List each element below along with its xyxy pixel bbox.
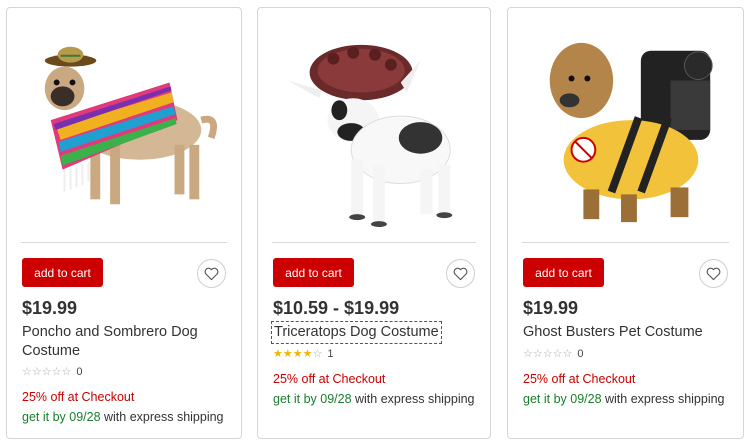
add-to-cart-button[interactable]: add to cart xyxy=(523,258,604,287)
shipping-info: get it by 09/28 with express shipping xyxy=(22,410,224,424)
shipping-info: get it by 09/28 with express shipping xyxy=(273,392,475,406)
star-icon: ★ xyxy=(292,348,303,360)
yorkie-ghostbusters-image xyxy=(549,42,713,223)
shipping-info: get it by 09/28 with express shipping xyxy=(523,392,725,406)
review-count: 0 xyxy=(76,365,83,378)
product-title-link[interactable]: Poncho and Sombrero Dog Costume xyxy=(22,323,222,361)
bulldog-triceratops-image xyxy=(287,44,453,228)
promo-text: 25% off at Checkout xyxy=(22,390,135,404)
review-count: 1 xyxy=(327,347,334,360)
add-to-cart-button[interactable]: add to cart xyxy=(22,258,103,287)
star-icon: ☆ xyxy=(41,366,52,378)
star-rating: ★ ★ ★ ★ ☆ xyxy=(273,347,322,360)
star-icon: ☆ xyxy=(542,348,553,360)
star-icon: ☆ xyxy=(523,348,533,360)
product-image[interactable] xyxy=(522,20,729,240)
favorite-button[interactable] xyxy=(446,259,475,288)
ship-method: with express shipping xyxy=(100,410,224,424)
star-icon: ☆ xyxy=(552,348,563,360)
ship-date: get it by 09/28 xyxy=(523,392,602,406)
star-icon: ★ xyxy=(302,348,313,360)
product-image[interactable] xyxy=(21,20,227,240)
review-count: 0 xyxy=(577,347,584,360)
favorite-button[interactable] xyxy=(699,259,728,288)
product-title-link[interactable]: Triceratops Dog Costume xyxy=(271,321,442,344)
heart-icon xyxy=(706,267,721,280)
ship-method: with express shipping xyxy=(601,392,725,406)
star-icon: ☆ xyxy=(61,366,72,378)
product-image[interactable] xyxy=(272,20,476,240)
product-price: $10.59 - $19.99 xyxy=(273,298,400,318)
divider xyxy=(522,242,729,243)
divider xyxy=(272,242,476,243)
add-to-cart-button[interactable]: add to cart xyxy=(273,258,354,287)
heart-icon xyxy=(453,267,468,280)
product-title-link[interactable]: Ghost Busters Pet Costume xyxy=(523,323,723,342)
favorite-button[interactable] xyxy=(197,259,226,288)
promo-text: 25% off at Checkout xyxy=(523,372,636,386)
product-price: $19.99 xyxy=(22,298,78,318)
star-icon: ☆ xyxy=(22,366,32,378)
star-icon: ★ xyxy=(282,348,293,360)
divider xyxy=(21,242,227,243)
product-card[interactable]: add to cart $19.99 Ghost Busters Pet Cos… xyxy=(507,7,744,439)
star-icon: ☆ xyxy=(312,348,323,360)
product-price: $19.99 xyxy=(523,298,579,318)
star-rating: ☆ ☆ ☆ ☆ ☆ xyxy=(22,365,71,378)
rating[interactable]: ★ ★ ★ ★ ☆ 1 xyxy=(273,347,334,361)
product-card[interactable]: add to cart $10.59 - $19.99 Triceratops … xyxy=(257,7,491,439)
product-card[interactable]: add to cart $19.99 Poncho and Sombrero D… xyxy=(6,7,242,439)
rating[interactable]: ☆ ☆ ☆ ☆ ☆ 0 xyxy=(22,365,83,379)
star-icon: ☆ xyxy=(51,366,62,378)
pug-poncho-sombrero-image xyxy=(44,46,217,205)
heart-icon xyxy=(204,267,219,280)
star-icon: ☆ xyxy=(31,366,42,378)
star-icon: ★ xyxy=(273,348,283,360)
ship-method: with express shipping xyxy=(351,392,475,406)
star-icon: ☆ xyxy=(562,348,573,360)
promo-text: 25% off at Checkout xyxy=(273,372,386,386)
rating[interactable]: ☆ ☆ ☆ ☆ ☆ 0 xyxy=(523,347,584,361)
star-icon: ☆ xyxy=(532,348,543,360)
ship-date: get it by 09/28 xyxy=(22,410,101,424)
ship-date: get it by 09/28 xyxy=(273,392,352,406)
star-rating: ☆ ☆ ☆ ☆ ☆ xyxy=(523,347,572,360)
